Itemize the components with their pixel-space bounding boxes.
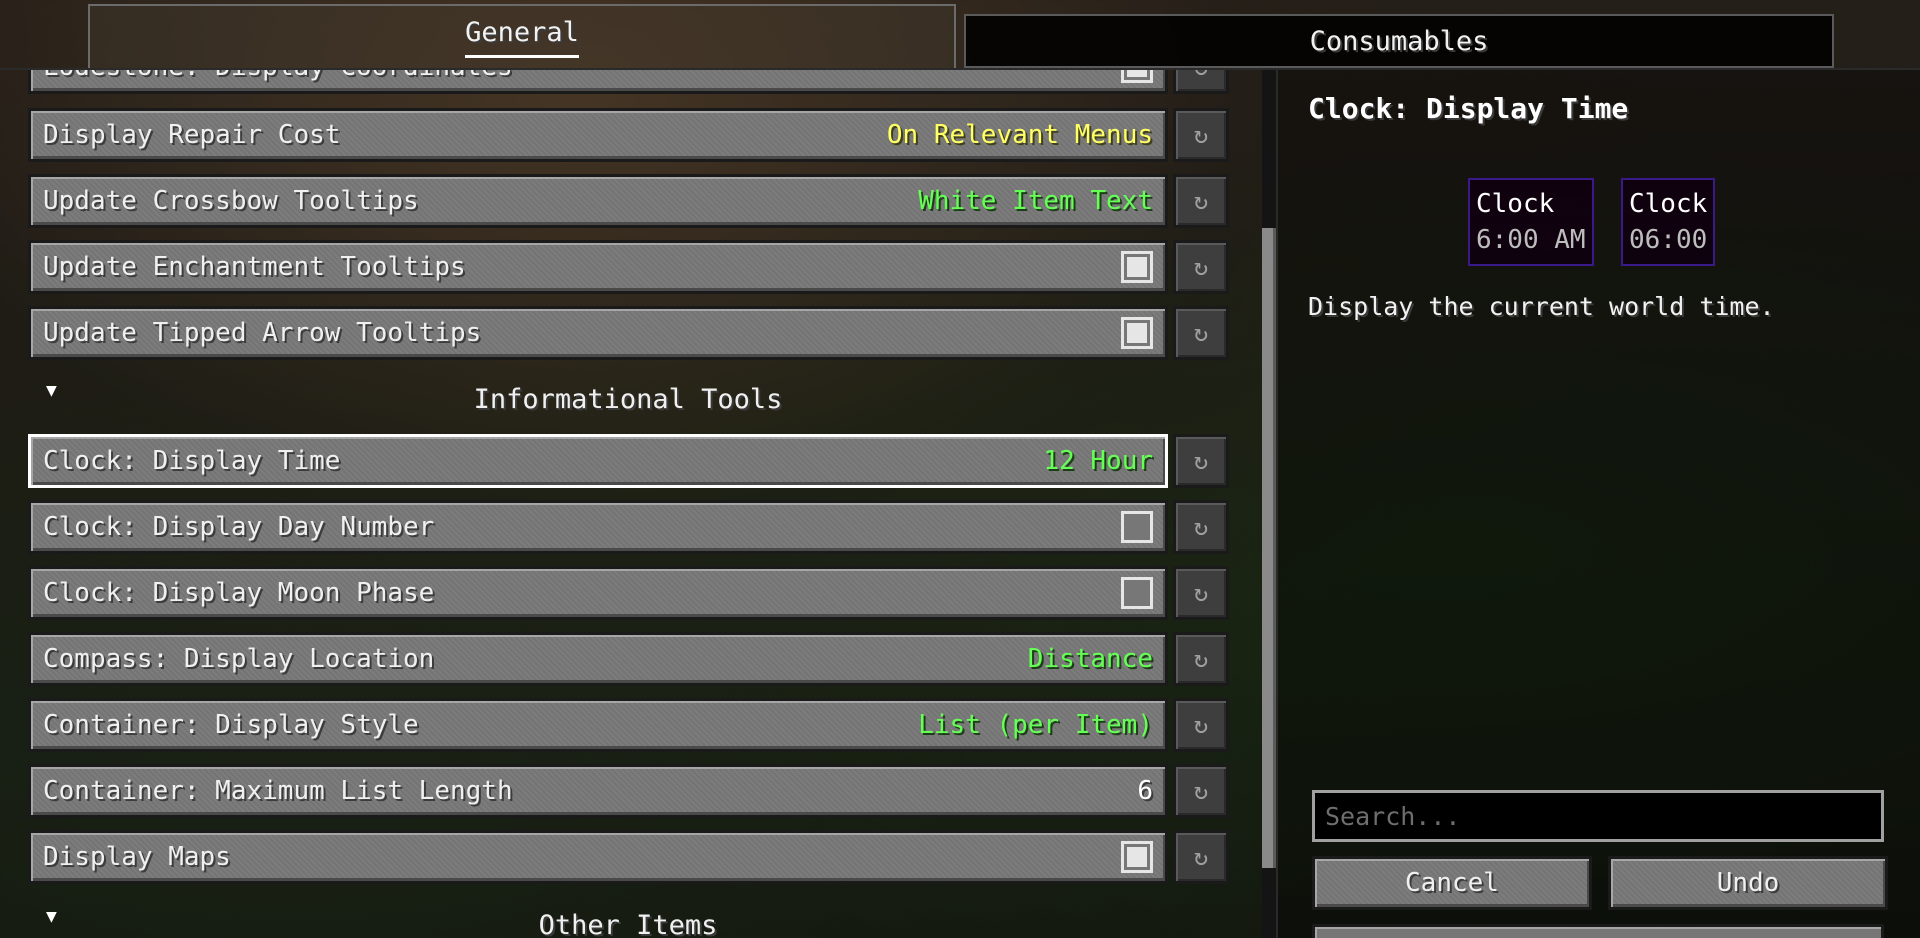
option-value: On Relevant Menus [886,120,1153,150]
section-informational-tools[interactable]: ▼ Informational Tools [28,372,1228,426]
reset-button[interactable]: ↻ [1173,240,1229,294]
reset-button[interactable]: ↻ [1173,830,1229,884]
option-container-max-list-length-slider[interactable]: Container: Maximum List Length 6 [28,764,1168,818]
tab-general[interactable]: General [88,4,956,70]
reset-icon: ↻ [1193,319,1209,347]
reset-icon: ↻ [1193,121,1209,149]
option-lodestone-display-button[interactable]: Lodestone: Display Coordinates [28,70,1168,94]
tab-consumables-label: Consumables [1309,25,1489,57]
details-panel: Clock: Display Time Clock 6:00 AM Clock … [1278,70,1920,938]
option-container-display-style-button[interactable]: Container: Display Style List (per Item) [28,698,1168,752]
option-compass-display-location-button[interactable]: Compass: Display Location Distance [28,632,1168,686]
reset-icon: ↻ [1193,711,1209,739]
option-update-tipped-arrow-tooltips-button[interactable]: Update Tipped Arrow Tooltips [28,306,1168,360]
option-name: Clock: Display Time [43,446,341,476]
option-value: White Item Text [918,186,1153,216]
reset-button[interactable]: ↻ [1173,174,1229,228]
tooltip-time: 06:00 [1629,225,1708,255]
option-name: Compass: Display Location [43,644,435,674]
option-name: Update Tipped Arrow Tooltips [43,318,482,348]
reset-button[interactable]: ↻ [1173,70,1229,94]
option-display-repair-cost-button[interactable]: Display Repair Cost On Relevant Menus [28,108,1168,162]
reset-button[interactable]: ↻ [1173,500,1229,554]
reset-button[interactable]: ↻ [1173,632,1229,686]
tab-general-label: General [465,16,579,48]
details-description: Display the current world time. [1308,292,1775,321]
option-name: Lodestone: Display Coordinates [43,70,1121,82]
option-name: Display Repair Cost [43,120,341,150]
collapse-triangle-icon[interactable]: ▼ [46,380,57,401]
search-input[interactable] [1312,790,1884,842]
details-title: Clock: Display Time [1308,92,1629,125]
reset-button[interactable]: ↻ [1173,108,1229,162]
tooltip-item-name: Clock [1629,189,1708,219]
option-value: List (per Item) [918,710,1153,740]
reset-icon: ↻ [1193,579,1209,607]
options-list[interactable]: Lodestone: Display Coordinates ↻ Display… [0,70,1262,938]
option-name: Container: Maximum List Length [43,776,513,806]
tab-consumables[interactable]: Consumables [964,14,1834,68]
section-title: Other Items [538,909,718,938]
option-clock-display-time-button[interactable]: Clock: Display Time 12 Hour [28,434,1168,488]
reset-button[interactable]: ↻ [1173,764,1229,818]
option-display-maps-button[interactable]: Display Maps [28,830,1168,884]
option-value: Distance [1027,644,1153,674]
reset-icon: ↻ [1193,777,1209,805]
reset-icon: ↻ [1194,70,1208,81]
section-other-items[interactable]: ▼ Other Items [28,898,1228,938]
reset-button[interactable]: ↻ [1173,566,1229,620]
reset-icon: ↻ [1193,253,1209,281]
checkbox[interactable] [1121,841,1153,873]
collapse-triangle-icon[interactable]: ▼ [46,906,57,927]
undo-button[interactable]: Undo [1608,856,1888,910]
reset-button[interactable]: ↻ [1173,434,1229,488]
reset-icon: ↻ [1193,447,1209,475]
option-value: 12 Hour [1043,446,1153,476]
tooltip-preview-24-hour: Clock 06:00 [1621,178,1716,266]
cancel-button[interactable]: Cancel [1312,856,1592,910]
reset-icon: ↻ [1193,645,1209,673]
option-name: Display Maps [43,842,231,872]
option-update-crossbow-tooltips-button[interactable]: Update Crossbow Tooltips White Item Text [28,174,1168,228]
reset-button[interactable]: ↻ [1173,698,1229,752]
tooltip-time: 6:00 AM [1476,225,1586,255]
tab-active-underline [465,54,579,58]
checkbox[interactable] [1121,511,1153,543]
reset-icon: ↻ [1193,513,1209,541]
reset-button[interactable]: ↻ [1173,306,1229,360]
section-title: Informational Tools [473,383,783,415]
tooltip-preview-12-hour: Clock 6:00 AM [1468,178,1594,266]
option-name: Clock: Display Day Number [43,512,435,542]
checkbox[interactable] [1121,317,1153,349]
option-clock-display-day-number-button[interactable]: Clock: Display Day Number [28,500,1168,554]
option-name: Clock: Display Moon Phase [43,578,435,608]
reset-icon: ↻ [1193,187,1209,215]
done-button[interactable] [1312,924,1884,938]
option-name: Update Crossbow Tooltips [43,186,419,216]
option-name: Update Enchantment Tooltips [43,252,466,282]
option-value: 6 [1137,776,1153,806]
checkbox[interactable] [1121,577,1153,609]
checkbox[interactable] [1121,251,1153,283]
tooltip-item-name: Clock [1476,189,1555,219]
option-name: Container: Display Style [43,710,419,740]
reset-icon: ↻ [1193,843,1209,871]
scrollbar-thumb[interactable] [1262,228,1276,868]
checkbox[interactable] [1121,70,1153,83]
option-update-enchantment-tooltips-button[interactable]: Update Enchantment Tooltips [28,240,1168,294]
option-clock-display-moon-phase-button[interactable]: Clock: Display Moon Phase [28,566,1168,620]
